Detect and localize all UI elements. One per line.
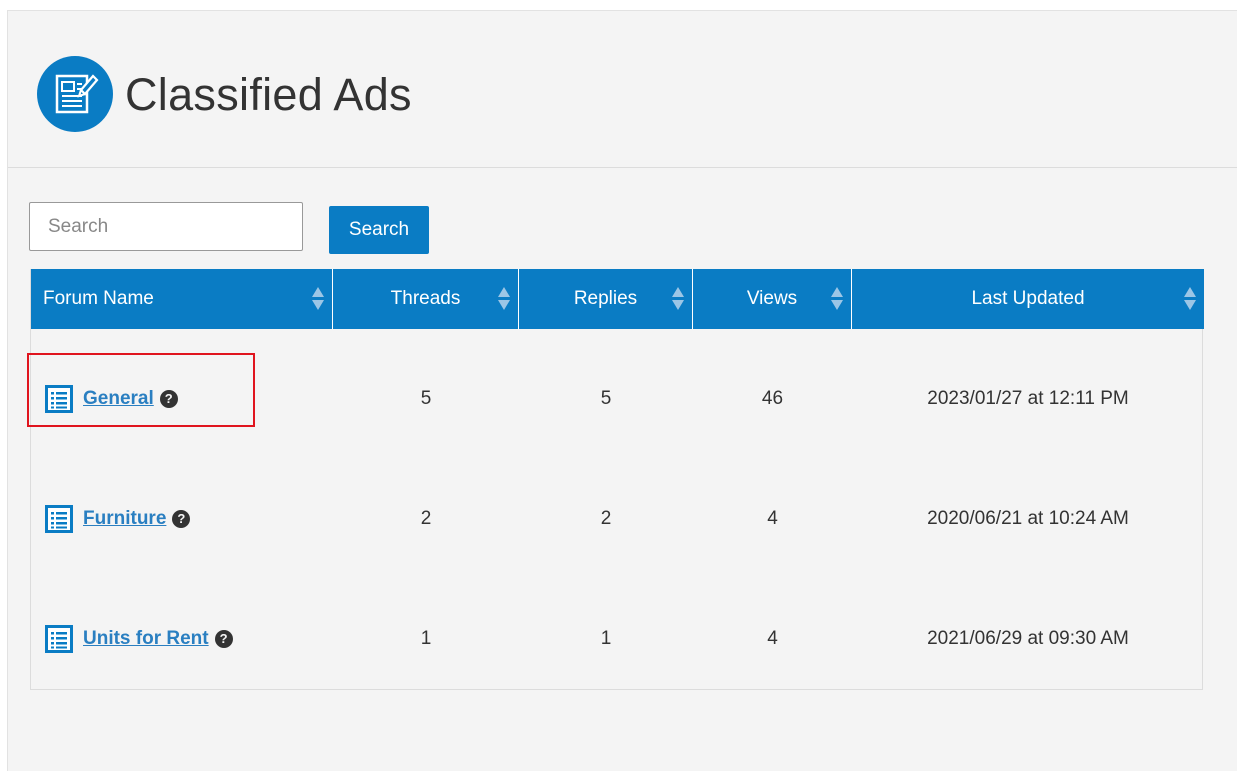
replies-cell: 5: [600, 388, 612, 409]
column-header-threads[interactable]: Threads: [333, 269, 519, 329]
replies-cell: 1: [600, 628, 612, 649]
forum-link-units-for-rent[interactable]: Units for Rent: [83, 628, 209, 650]
last-updated-cell: 2021/06/29 at 09:30 AM: [927, 628, 1129, 649]
column-header-views[interactable]: Views: [693, 269, 852, 329]
forum-table: Forum Name Threads Replies Views Last Up…: [30, 269, 1204, 690]
highlight-box: [27, 353, 255, 427]
last-updated-cell: 2023/01/27 at 12:11 PM: [927, 388, 1129, 409]
table-header: Forum Name Threads Replies Views Last Up…: [31, 269, 1204, 329]
forum-name-cell: Furniture ?: [31, 505, 333, 533]
threads-cell: 2: [420, 508, 432, 529]
page-header: Classified Ads: [8, 11, 1237, 168]
sort-arrows-icon: [1184, 287, 1196, 311]
views-cell: 46: [761, 388, 784, 409]
forum-link-furniture[interactable]: Furniture: [83, 508, 166, 530]
list-icon: [45, 625, 73, 653]
views-cell: 4: [767, 508, 778, 529]
column-header-last-updated[interactable]: Last Updated: [852, 269, 1204, 329]
sort-arrows-icon: [672, 287, 684, 311]
threads-cell: 5: [420, 388, 432, 409]
last-updated-cell: 2020/06/21 at 10:24 AM: [927, 508, 1129, 529]
replies-cell: 2: [600, 508, 612, 529]
page-title: Classified Ads: [125, 69, 412, 120]
sort-arrows-icon: [831, 287, 843, 311]
table-row: Units for Rent ? 1 1 4 2021/06/29 at 09:…: [31, 579, 1204, 699]
threads-cell: 1: [420, 628, 432, 649]
question-circle-icon[interactable]: ?: [214, 630, 233, 648]
question-circle-icon[interactable]: ?: [172, 510, 191, 528]
forum-name-cell: Units for Rent ?: [31, 625, 333, 653]
sort-arrows-icon: [312, 287, 324, 311]
views-cell: 4: [767, 628, 778, 649]
table-row: Furniture ? 2 2 4 2020/06/21 at 10:24 AM: [31, 459, 1204, 579]
sort-arrows-icon: [498, 287, 510, 311]
search-button[interactable]: Search: [329, 206, 429, 254]
search-input[interactable]: [29, 202, 303, 251]
column-header-forum-name[interactable]: Forum Name: [31, 269, 333, 329]
column-header-replies[interactable]: Replies: [519, 269, 693, 329]
newspaper-pen-icon: [37, 56, 113, 132]
list-icon: [45, 505, 73, 533]
